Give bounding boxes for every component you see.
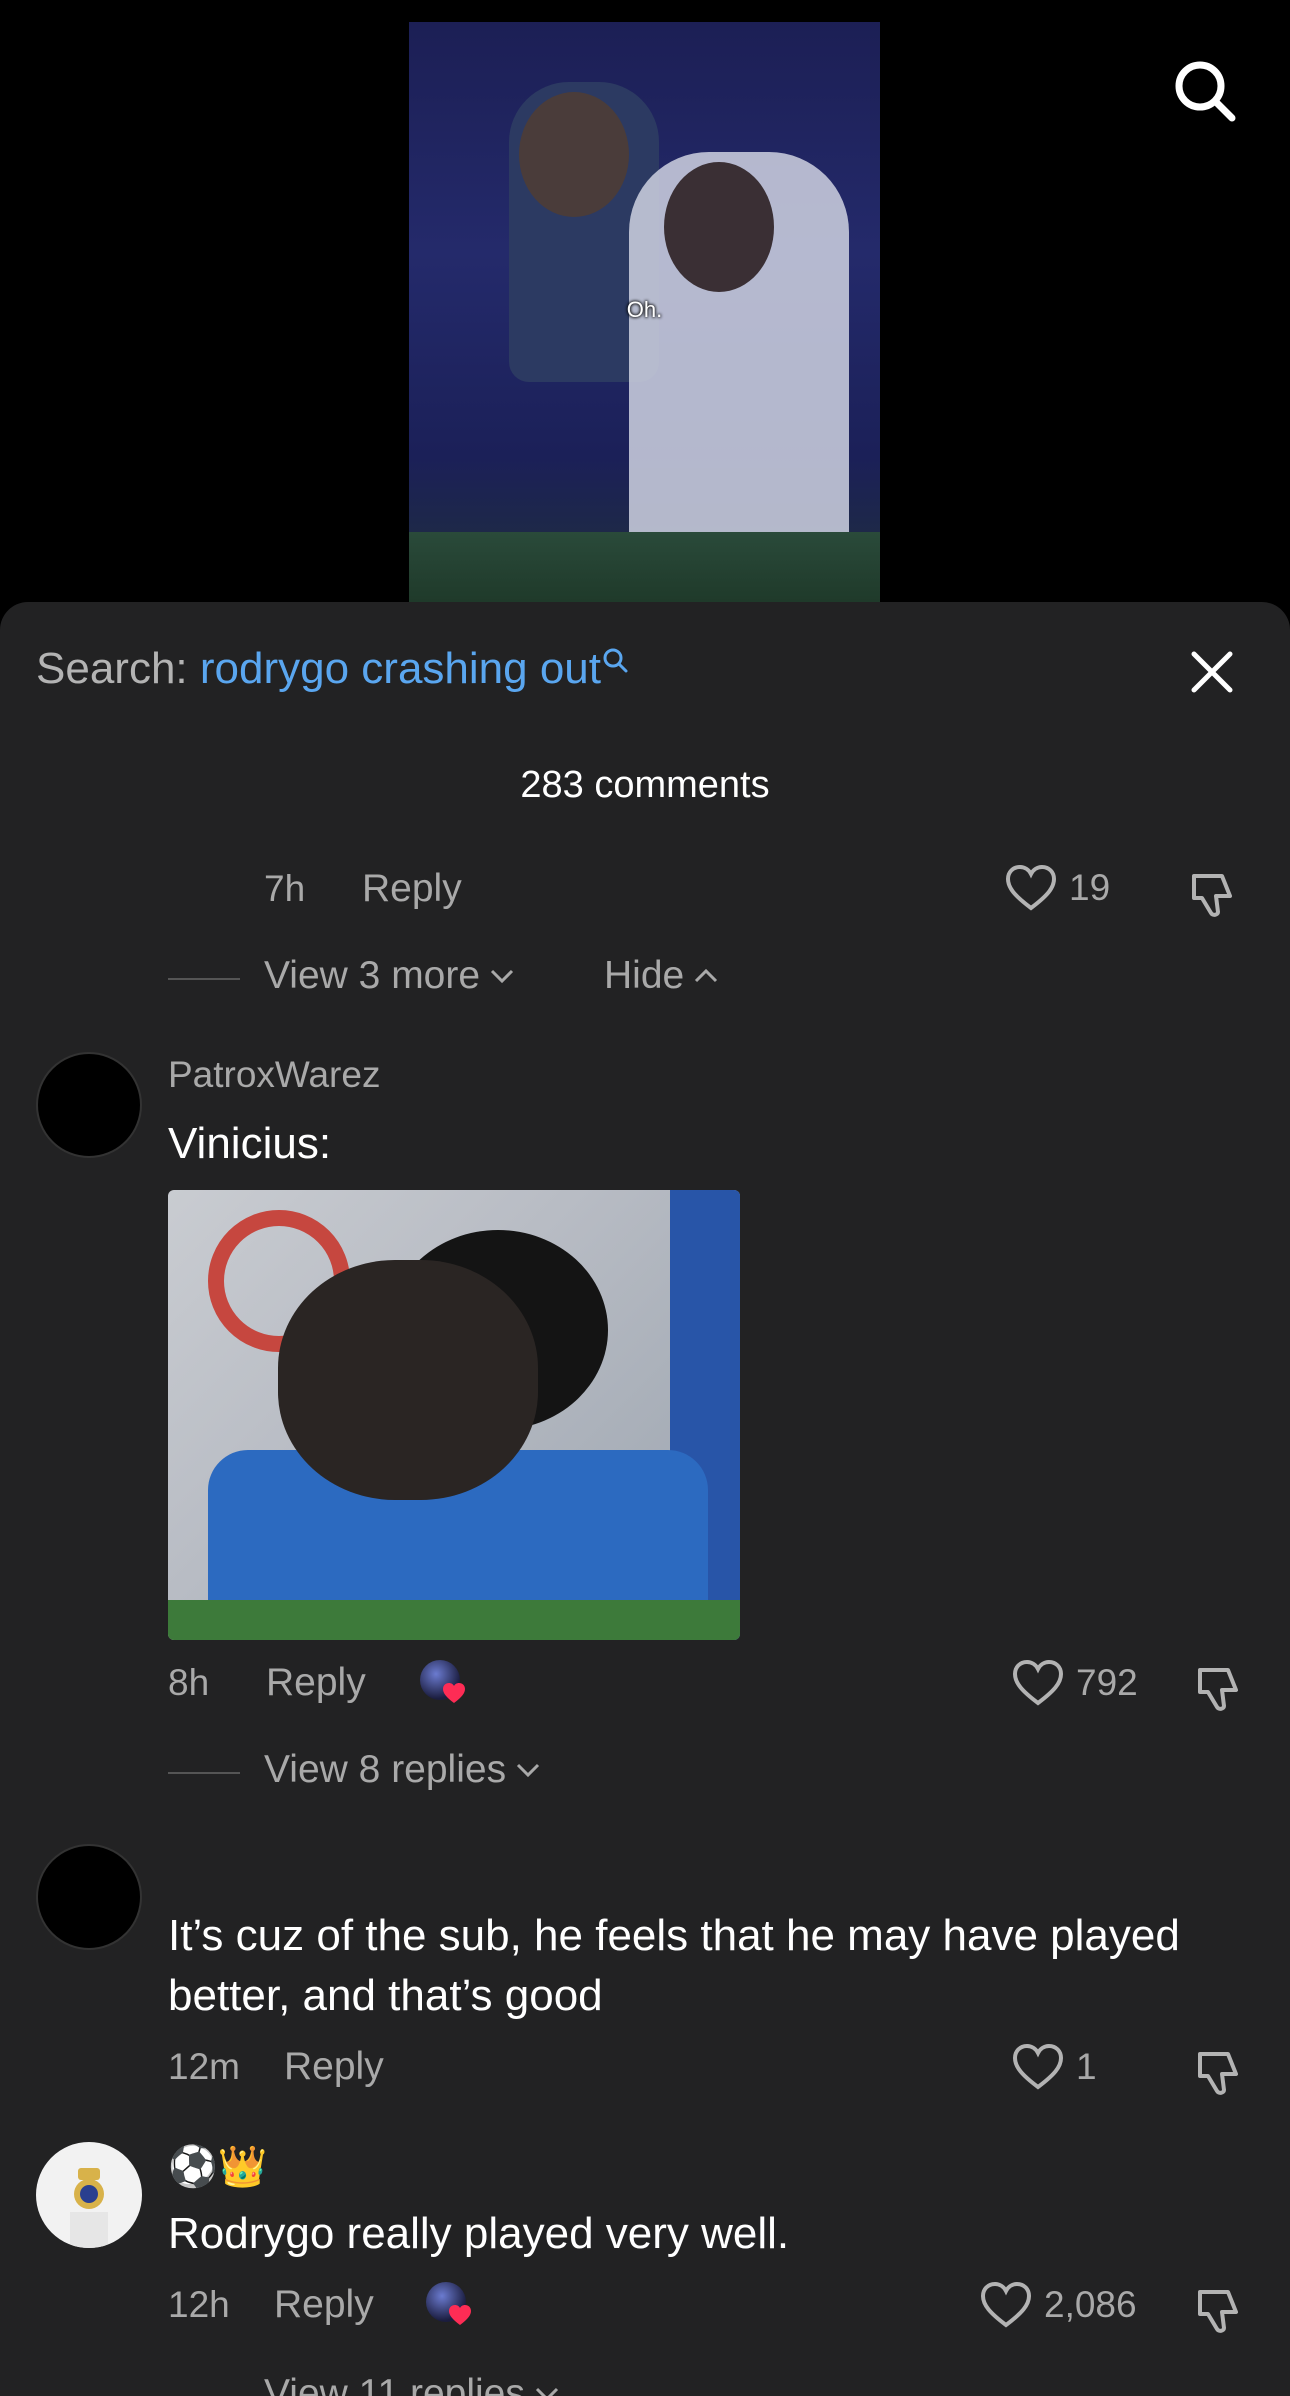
thread-divider — [168, 1772, 240, 1774]
search-icon[interactable] — [1170, 56, 1238, 124]
video-grass — [409, 532, 880, 602]
like-count: 19 — [1069, 867, 1111, 908]
comment-time: 7h — [264, 868, 306, 909]
club-crest-icon — [70, 2168, 108, 2248]
reply-button[interactable]: Reply — [274, 2283, 374, 2327]
comments-sheet: Search: rodrygo crashing out 283 comment… — [0, 602, 1290, 2396]
search-suggestion[interactable]: Search: rodrygo crashing out — [36, 644, 629, 694]
comment-gif-image[interactable] — [168, 1190, 740, 1640]
like-count: 792 — [1076, 1662, 1138, 1703]
search-query-link[interactable]: rodrygo crashing out — [200, 644, 601, 693]
heart-icon — [980, 2281, 1032, 2328]
video-caption: Oh. — [626, 297, 663, 322]
comment-count: 283 comments — [520, 764, 770, 806]
creator-liked-badge — [420, 1660, 466, 1706]
chevron-down-icon — [517, 1763, 540, 1778]
video-figure — [519, 92, 629, 217]
thread-divider — [168, 978, 240, 980]
view-more-button[interactable]: View 3 more — [264, 954, 516, 998]
dislike-icon[interactable] — [1192, 2046, 1244, 2098]
comment-text: Vinicius: — [168, 1119, 332, 1168]
video-figure — [664, 162, 774, 292]
comment-username[interactable]: ⚽👑 — [168, 2143, 268, 2190]
view-more-label: View 3 more — [264, 954, 481, 997]
heart-icon — [1005, 864, 1057, 911]
hide-label: Hide — [604, 954, 685, 997]
hide-button[interactable]: Hide — [604, 954, 720, 998]
like-button[interactable]: 792 — [1012, 1659, 1138, 1707]
like-button[interactable]: 19 — [1005, 864, 1110, 912]
reply-button[interactable]: Reply — [362, 867, 462, 911]
close-icon[interactable] — [1186, 646, 1238, 698]
dislike-icon[interactable] — [1186, 868, 1238, 920]
chevron-down-icon — [535, 2387, 558, 2396]
dislike-icon[interactable] — [1192, 2284, 1244, 2336]
comment-time: 12m — [168, 2046, 240, 2087]
heart-icon — [1012, 1659, 1064, 1706]
gif-detail — [278, 1260, 538, 1500]
comment-text: Rodrygo really played very well. — [168, 2209, 790, 2258]
view-replies-label: View 11 replies — [264, 2372, 525, 2396]
comment-time: 8h — [168, 1662, 210, 1703]
avatar[interactable] — [36, 2142, 142, 2248]
heart-icon — [1012, 2043, 1064, 2090]
avatar[interactable] — [36, 1052, 142, 1158]
view-replies-label: View 8 replies — [264, 1748, 507, 1791]
creator-liked-badge — [426, 2282, 472, 2328]
like-button[interactable]: 2,086 — [980, 2281, 1137, 2329]
chevron-down-icon — [490, 969, 514, 984]
video-player[interactable]: Oh. — [409, 22, 880, 602]
comment-username[interactable]: PatroxWarez — [168, 1054, 380, 1096]
reply-button[interactable]: Reply — [266, 1661, 366, 1705]
heart-filled-icon — [443, 1683, 465, 1703]
search-small-icon — [603, 648, 628, 673]
reply-button[interactable]: Reply — [284, 2045, 384, 2089]
comment-time: 12h — [168, 2284, 230, 2325]
like-button[interactable]: 1 — [1012, 2043, 1097, 2091]
dislike-icon[interactable] — [1192, 1662, 1244, 1714]
view-replies-button[interactable]: View 8 replies — [264, 1748, 542, 1792]
avatar[interactable] — [36, 1844, 142, 1950]
chevron-up-icon — [695, 968, 718, 983]
comment-text: It’s cuz of the sub, he feels that he ma… — [168, 1911, 1180, 2020]
view-replies-button[interactable]: View 11 replies — [264, 2372, 561, 2396]
search-prefix: Search: — [36, 644, 188, 693]
video-area: Oh. — [0, 0, 1290, 620]
heart-filled-icon — [449, 2305, 471, 2325]
like-count: 1 — [1076, 2046, 1097, 2087]
gif-detail — [168, 1600, 740, 1640]
like-count: 2,086 — [1044, 2284, 1137, 2325]
